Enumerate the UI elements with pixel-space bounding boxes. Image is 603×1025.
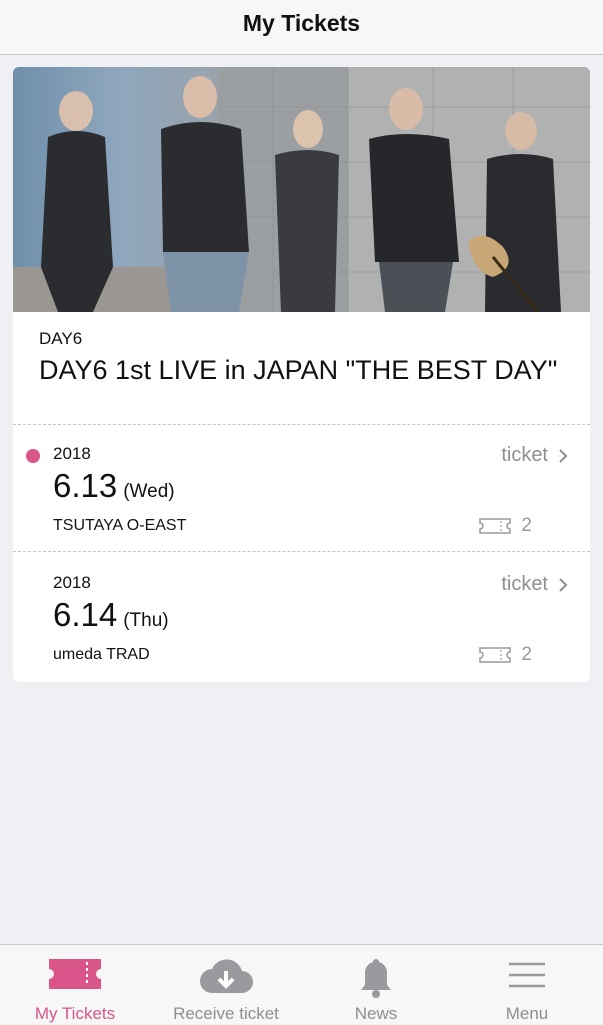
page-title: My Tickets: [242, 9, 361, 36]
ticket-count: 2: [479, 644, 532, 666]
ticket-outline-icon: [479, 518, 512, 534]
tab-menu[interactable]: Menu: [452, 945, 602, 1025]
tab-my-tickets[interactable]: My Tickets: [0, 945, 150, 1025]
ticket-link[interactable]: ticket: [501, 573, 568, 596]
new-indicator-dot: [26, 449, 40, 463]
tab-label: Receive ticket: [173, 1004, 279, 1023]
show-year: 2018: [53, 573, 91, 592]
tab-bar: My Tickets Receive ticket News Menu: [0, 944, 603, 1024]
ticket-count-value: 2: [521, 644, 532, 665]
tab-label: News: [354, 1004, 398, 1023]
ticket-outline-icon: [479, 647, 512, 663]
ticket-count: 2: [479, 515, 532, 537]
event-title: DAY6 1st LIVE in JAPAN "THE BEST DAY": [39, 355, 558, 385]
show-date-value: 6.14: [53, 596, 118, 633]
tab-news[interactable]: News: [301, 945, 451, 1025]
show-year: 2018: [53, 444, 91, 463]
chevron-right-icon: [559, 448, 568, 463]
divider: [13, 551, 590, 552]
tab-label: Menu: [505, 1004, 549, 1023]
tab-receive-ticket[interactable]: Receive ticket: [151, 945, 301, 1025]
ticket-count-value: 2: [521, 515, 532, 536]
bell-icon: [361, 959, 391, 998]
show-row[interactable]: 2018 6.14 (Thu) umeda TRAD ticket 2: [13, 553, 590, 679]
event-card[interactable]: DAY6 DAY6 1st LIVE in JAPAN "THE BEST DA…: [13, 67, 590, 682]
show-weekday: (Thu): [123, 610, 169, 631]
show-venue: TSUTAYA O-EAST: [53, 517, 187, 534]
show-date-value: 6.13: [53, 467, 118, 504]
show-date: 6.14 (Thu): [53, 596, 169, 634]
show-row[interactable]: 2018 6.13 (Wed) TSUTAYA O-EAST ticket 2: [13, 424, 590, 550]
band-photo: [13, 67, 590, 312]
show-date: 6.13 (Wed): [53, 467, 175, 505]
chevron-right-icon: [559, 577, 568, 592]
artist-name: DAY6: [39, 329, 83, 348]
hamburger-menu-icon: [509, 962, 545, 988]
show-venue: umeda TRAD: [53, 646, 150, 663]
ticket-link-label: ticket: [501, 573, 548, 595]
ticket-link[interactable]: ticket: [501, 444, 568, 467]
cloud-download-icon: [200, 959, 253, 993]
ticket-link-label: ticket: [501, 444, 548, 466]
nav-header: My Tickets: [0, 0, 603, 55]
tab-label: My Tickets: [34, 1004, 116, 1023]
ticket-icon: [49, 959, 101, 989]
show-weekday: (Wed): [123, 481, 175, 502]
